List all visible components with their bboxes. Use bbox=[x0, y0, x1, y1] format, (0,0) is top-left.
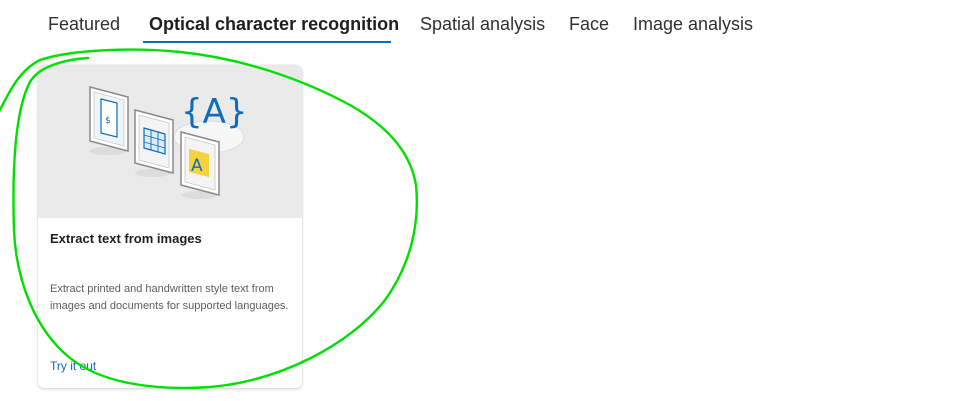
card-description: Extract printed and handwritten style te… bbox=[50, 283, 289, 312]
receipt-icon: $ bbox=[89, 86, 129, 152]
svg-text:A: A bbox=[191, 156, 203, 176]
card-illustration: $ A {A} bbox=[38, 65, 302, 218]
letter-a-icon: A bbox=[180, 131, 220, 196]
tab-featured[interactable]: Featured bbox=[48, 12, 120, 46]
card-title: Extract text from images bbox=[50, 231, 202, 246]
svg-text:$: $ bbox=[105, 116, 111, 126]
table-icon bbox=[134, 109, 174, 174]
ocr-card[interactable]: $ A {A} Extract text from images Extract… bbox=[38, 65, 302, 388]
brace-a-badge: {A} bbox=[181, 92, 248, 132]
ocr-illustration: $ A {A} bbox=[89, 86, 248, 199]
tab-spatial-analysis[interactable]: Spatial analysis bbox=[420, 12, 545, 46]
tab-face[interactable]: Face bbox=[569, 12, 609, 46]
tab-bar: Featured Optical character recognition S… bbox=[0, 0, 966, 48]
tab-image-analysis[interactable]: Image analysis bbox=[633, 12, 753, 46]
active-tab-indicator bbox=[143, 41, 391, 43]
try-it-out-link[interactable]: Try it out bbox=[50, 359, 96, 373]
